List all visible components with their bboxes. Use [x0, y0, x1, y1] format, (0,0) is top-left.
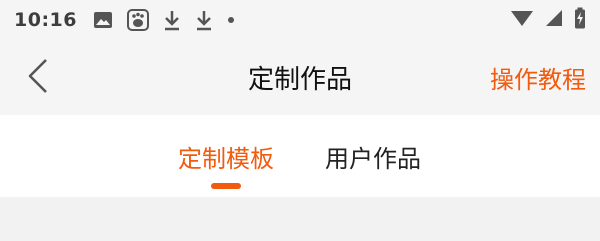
status-right-icons [510, 7, 586, 33]
wifi-icon [510, 8, 534, 32]
app-screen: 10:16 定制作品 操作教程 定制模板 用户作品 [0, 0, 600, 241]
chevron-left-icon [26, 58, 50, 98]
download-icon [163, 9, 181, 31]
tutorial-link[interactable]: 操作教程 [490, 40, 586, 115]
signal-icon [544, 8, 564, 32]
dot-icon [227, 16, 235, 24]
download-icon [195, 9, 213, 31]
battery-charging-icon [574, 7, 586, 33]
back-button[interactable] [22, 58, 54, 98]
tab-user-works[interactable]: 用户作品 [310, 115, 436, 197]
tab-bar: 定制模板 用户作品 [0, 115, 600, 197]
content-area [0, 197, 600, 241]
app-header: 定制作品 操作教程 [0, 40, 600, 115]
status-bar: 10:16 [0, 0, 600, 40]
image-icon [93, 11, 113, 29]
status-time: 10:16 [14, 9, 77, 31]
active-tab-indicator [211, 183, 241, 189]
baidu-icon [126, 9, 149, 31]
